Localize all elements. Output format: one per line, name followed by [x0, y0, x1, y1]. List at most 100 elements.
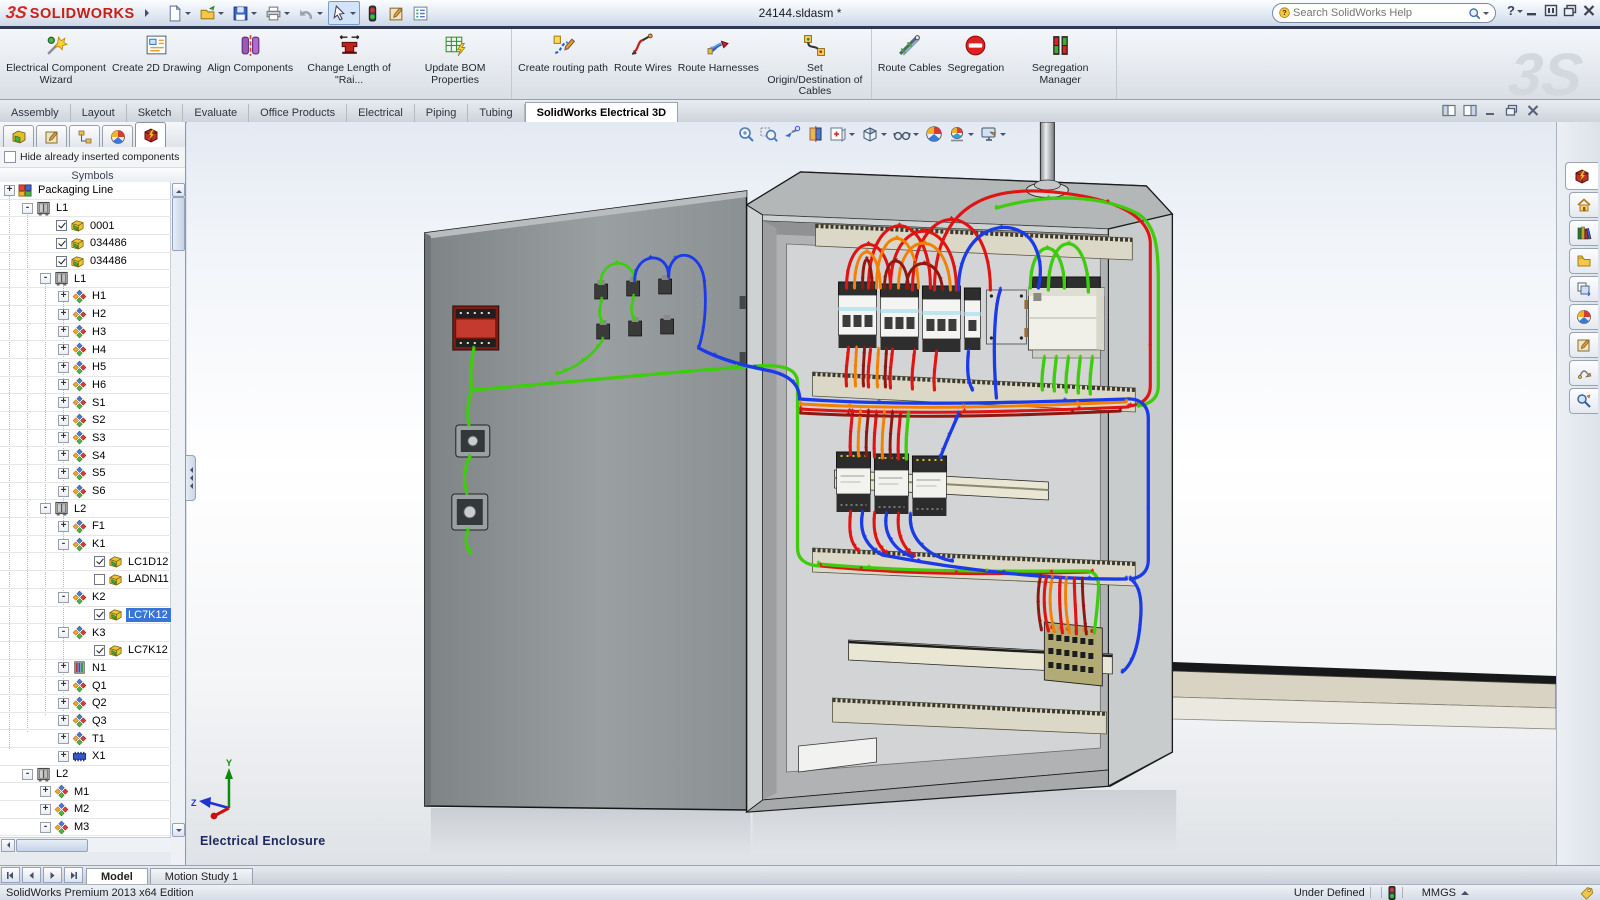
- segregation-ribbon-button[interactable]: Segregation: [945, 31, 1008, 75]
- tree-item-h6[interactable]: +H6: [0, 377, 171, 395]
- tab-piping[interactable]: Piping: [415, 104, 469, 122]
- tree-item-m3[interactable]: -M3: [0, 819, 171, 837]
- tags-icon[interactable]: [1579, 886, 1594, 900]
- expand-icon[interactable]: +: [58, 415, 69, 426]
- view-settings-dropdown-caret[interactable]: [1000, 133, 1006, 139]
- expand-icon[interactable]: +: [58, 733, 69, 744]
- undo-dropdown-caret[interactable]: [317, 12, 323, 18]
- tree-item-lc1d12[interactable]: LC1D12: [0, 553, 171, 571]
- tab-motion-study[interactable]: Motion Study 1: [150, 868, 253, 884]
- origindest-ribbon-button[interactable]: Set Origin/Destination of Cables: [762, 31, 868, 98]
- rebuild-status-icon[interactable]: [1387, 886, 1397, 900]
- tree-item-034486[interactable]: 034486: [0, 253, 171, 271]
- visibility-checkbox[interactable]: [56, 256, 67, 267]
- bom-ribbon-button[interactable]: Update BOM Properties: [402, 31, 508, 86]
- task-pane-tab-file-explorer[interactable]: [1569, 248, 1598, 274]
- help-button[interactable]: ?: [1507, 3, 1524, 18]
- task-pane-tab-view-palette[interactable]: [1569, 276, 1598, 302]
- visibility-checkbox[interactable]: [94, 609, 105, 620]
- tree-item-l1[interactable]: -L1: [0, 200, 171, 218]
- tree-item-q1[interactable]: +Q1: [0, 677, 171, 695]
- expand-icon[interactable]: +: [40, 804, 51, 815]
- expand-icon[interactable]: +: [58, 326, 69, 337]
- print-button[interactable]: [262, 1, 294, 25]
- scroll-up-button[interactable]: [172, 183, 185, 197]
- harness-ribbon-button[interactable]: Route Harnesses: [675, 31, 762, 75]
- tree-item-s6[interactable]: +S6: [0, 483, 171, 501]
- collapse-icon[interactable]: -: [58, 627, 69, 638]
- tree-item-s5[interactable]: +S5: [0, 465, 171, 483]
- minimize-button[interactable]: [1525, 4, 1539, 17]
- tree-item-l2[interactable]: -L2: [0, 766, 171, 784]
- drawing2d-ribbon-button[interactable]: Create 2D Drawing: [109, 31, 204, 75]
- 3d-viewport[interactable]: Y Z ************************************…: [187, 122, 1556, 866]
- panel-tab-appearance-ball[interactable]: [102, 125, 133, 147]
- task-pane-tab-appearances-scenes[interactable]: [1569, 304, 1598, 330]
- tab-tubing[interactable]: Tubing: [468, 104, 524, 122]
- expand-icon[interactable]: +: [58, 662, 69, 673]
- tree-item-q2[interactable]: +Q2: [0, 695, 171, 713]
- routepath-ribbon-button[interactable]: Create routing path: [515, 31, 611, 75]
- display-style-button[interactable]: [859, 124, 890, 144]
- relay-plate[interactable]: [986, 290, 1029, 344]
- collapse-icon[interactable]: -: [40, 822, 51, 833]
- doc-close-icon[interactable]: [1526, 104, 1540, 117]
- tree-item-034486[interactable]: 034486: [0, 235, 171, 253]
- graphics-area[interactable]: Y Z ************************************…: [187, 122, 1556, 866]
- collapse-icon[interactable]: -: [22, 769, 33, 780]
- new-document-button[interactable]: [163, 1, 195, 25]
- view-settings-button[interactable]: [978, 124, 1009, 144]
- tree-item-ladn11[interactable]: LADN11: [0, 571, 171, 589]
- tree-item-s1[interactable]: +S1: [0, 394, 171, 412]
- expand-icon[interactable]: +: [4, 185, 15, 196]
- hide-inserted-checkbox[interactable]: [4, 151, 16, 163]
- conveyor-beam[interactable]: [1172, 662, 1556, 729]
- expand-icon[interactable]: +: [58, 468, 69, 479]
- select-tool-dropdown-caret[interactable]: [350, 12, 356, 18]
- save-button[interactable]: [229, 1, 261, 25]
- toolbar-overflow-arrow-icon[interactable]: [145, 9, 153, 17]
- scroll-left-button[interactable]: [1, 839, 15, 852]
- task-pane-tab-custom-properties[interactable]: [1569, 332, 1598, 358]
- close-button[interactable]: [1582, 4, 1596, 17]
- tree-item-t1[interactable]: +T1: [0, 730, 171, 748]
- pane-button[interactable]: [1544, 4, 1558, 17]
- expand-icon[interactable]: +: [58, 521, 69, 532]
- tree-item-s3[interactable]: +S3: [0, 430, 171, 448]
- visibility-checkbox[interactable]: [94, 556, 105, 567]
- panel-tab-properties[interactable]: [36, 125, 67, 147]
- tab-sketch[interactable]: Sketch: [127, 104, 184, 122]
- wires-ribbon-button[interactable]: Route Wires: [611, 31, 675, 75]
- open-document-button[interactable]: [196, 1, 228, 25]
- tree-item-packaging-line[interactable]: +Packaging Line: [0, 182, 171, 200]
- save-dropdown-caret[interactable]: [251, 12, 257, 18]
- display-style-dropdown-caret[interactable]: [881, 133, 887, 139]
- unit-system-caret[interactable]: [1461, 887, 1469, 895]
- hide-show-items-dropdown-caret[interactable]: [913, 133, 919, 139]
- expand-icon[interactable]: +: [58, 751, 69, 762]
- collapse-icon[interactable]: -: [22, 203, 33, 214]
- tree-item-s4[interactable]: +S4: [0, 447, 171, 465]
- panel-tab-assembly-browser[interactable]: [3, 125, 34, 147]
- expand-icon[interactable]: +: [40, 786, 51, 797]
- file-properties-button[interactable]: [385, 1, 408, 25]
- tree-item-h4[interactable]: +H4: [0, 341, 171, 359]
- tab-assembly[interactable]: Assembly: [0, 104, 71, 122]
- zoom-fit-button[interactable]: [735, 124, 757, 144]
- expand-icon[interactable]: +: [58, 362, 69, 373]
- expand-icon[interactable]: +: [58, 680, 69, 691]
- collapse-icon[interactable]: -: [58, 539, 69, 550]
- tree-item-lc7k12[interactable]: LC7K12: [0, 607, 171, 625]
- search-dropdown-caret[interactable]: [1483, 12, 1489, 18]
- tab-electrical[interactable]: Electrical: [347, 104, 415, 122]
- tree-item-m1[interactable]: +M1: [0, 783, 171, 801]
- scroll-thumb[interactable]: [172, 197, 185, 251]
- expand-icon[interactable]: +: [58, 715, 69, 726]
- tree-item-h5[interactable]: +H5: [0, 359, 171, 377]
- tree-vertical-scrollbar[interactable]: [170, 182, 185, 838]
- expand-icon[interactable]: +: [58, 486, 69, 497]
- section-view-button[interactable]: [804, 124, 826, 144]
- visibility-checkbox[interactable]: [56, 238, 67, 249]
- tree-item-q3[interactable]: +Q3: [0, 713, 171, 731]
- new-document-dropdown-caret[interactable]: [185, 12, 191, 18]
